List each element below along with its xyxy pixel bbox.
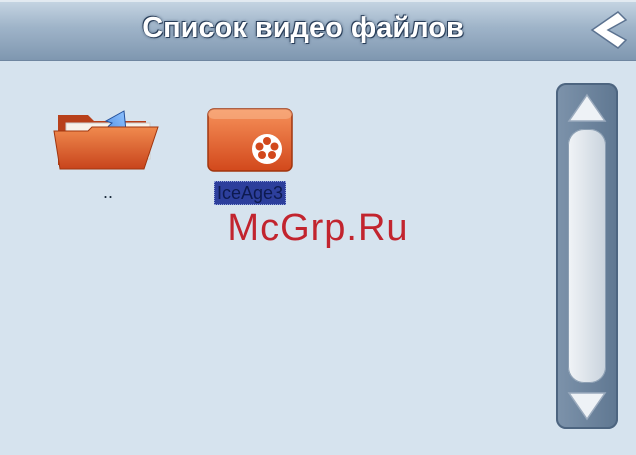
chevron-left-icon [590, 11, 628, 49]
folder-up-icon [53, 110, 159, 170]
file-item-parent-folder[interactable]: .. [38, 105, 178, 203]
watermark: McGrp.Ru [227, 207, 409, 249]
triangle-up-icon[interactable] [567, 93, 607, 125]
triangle-down-icon[interactable] [567, 389, 607, 421]
scroll-track[interactable] [568, 129, 606, 383]
file-label-selected: IceAge3 [213, 181, 287, 205]
page-title: Список видео файлов [142, 12, 464, 44]
header-bar: Список видео файлов [0, 0, 636, 61]
video-file-icon [207, 108, 293, 172]
scrollbar[interactable] [556, 83, 618, 429]
file-label: .. [102, 182, 113, 202]
back-button[interactable] [576, 0, 636, 60]
file-item-video[interactable]: IceAge3 [180, 105, 320, 205]
